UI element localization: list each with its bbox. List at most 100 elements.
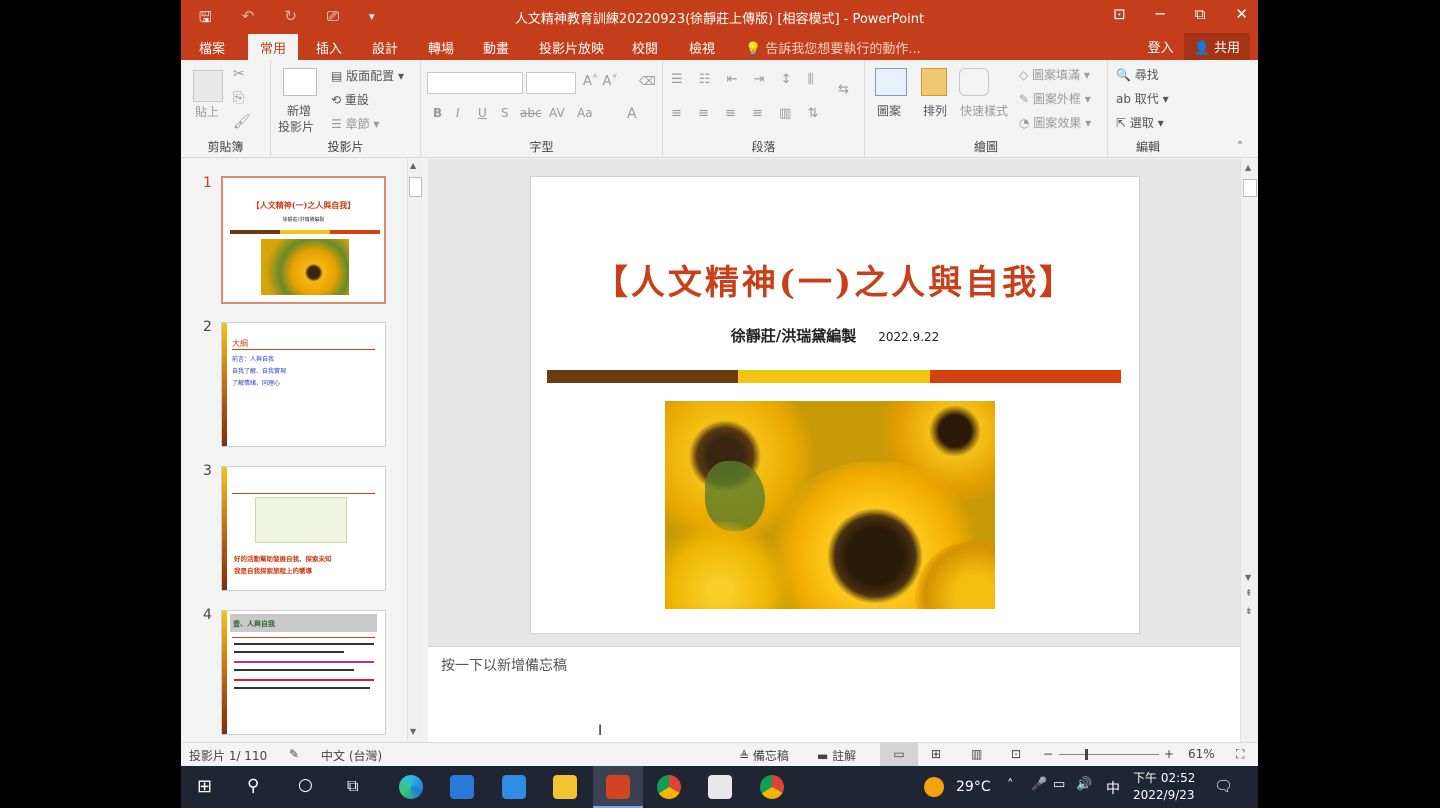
select-button[interactable]: ⇱ 選取 ▾ <box>1116 114 1164 131</box>
scroll-down-icon[interactable]: ▼ <box>410 727 416 736</box>
slide-title[interactable]: 【人文精神(一)之人與自我】 <box>531 255 1139 304</box>
microphone-icon[interactable]: 🎤 <box>1031 777 1047 792</box>
replace-button[interactable]: ab 取代 ▾ <box>1116 90 1169 107</box>
tell-me-box[interactable]: 💡 告訴我您想要執行的動作... <box>745 38 921 57</box>
clock-date[interactable]: 2022/9/23 <box>1133 788 1195 802</box>
show-hidden-icons[interactable]: ˄ <box>1007 778 1014 793</box>
search-icon[interactable]: ⚲ <box>247 776 259 796</box>
find-button[interactable]: 🔍 尋找 <box>1116 66 1159 83</box>
previous-slide-icon[interactable]: ⇞ <box>1245 589 1253 599</box>
slide-thumbnail-3[interactable]: 好的活動幫助發展自我、探索未知 我是自我探索旅程上的嚮導 <box>221 466 386 591</box>
mail-icon[interactable] <box>502 775 526 799</box>
windows-start-icon[interactable]: ⊞ <box>197 776 212 797</box>
minimize-button[interactable]: ─ <box>1156 5 1165 23</box>
arrange-button[interactable]: 排列 <box>923 102 947 119</box>
close-button[interactable]: ✕ <box>1235 5 1248 23</box>
italic-button[interactable]: I <box>456 106 460 120</box>
fit-to-window-icon[interactable]: ⛶ <box>1236 747 1244 762</box>
grow-font-icon[interactable]: A˄ A˅ <box>583 74 618 89</box>
chrome-icon[interactable] <box>657 775 681 799</box>
font-color-button[interactable]: A <box>627 106 637 122</box>
collapse-ribbon-icon[interactable]: ˄ <box>1237 140 1243 154</box>
slide-subtitle[interactable]: 徐靜莊/洪瑞黛編製 2022.9.22 <box>531 325 1139 346</box>
shape-outline-button[interactable]: ✎ 圖案外框 ▾ <box>1019 90 1091 107</box>
strikethrough-button[interactable]: abc <box>520 106 542 120</box>
restore-button[interactable]: ⧉ <box>1195 5 1206 23</box>
new-slide-label-2[interactable]: 投影片 <box>278 118 314 135</box>
slideshow-view-icon[interactable]: ⊡ <box>1011 747 1021 761</box>
scroll-thumb[interactable] <box>1243 179 1257 197</box>
reset-button[interactable]: ⟲ 重設 <box>331 91 369 108</box>
ribbon-display-options-icon[interactable]: ⊡ <box>1113 5 1126 23</box>
spelling-icon[interactable]: ✎ <box>289 747 299 761</box>
new-slide-label-1[interactable]: 新增 <box>287 102 311 119</box>
clock-time[interactable]: 下午 02:52 <box>1133 769 1195 786</box>
thumbnails-scrollbar[interactable]: ▲ ▼ <box>407 159 423 742</box>
tab-insert[interactable]: 插入 <box>316 38 342 57</box>
section-button[interactable]: ☰ 章節 ▾ <box>331 115 379 132</box>
arrange-icon[interactable] <box>921 68 947 96</box>
underline-button[interactable]: U <box>478 106 487 120</box>
paste-icon[interactable] <box>193 70 223 102</box>
shadow-button[interactable]: S <box>501 106 509 120</box>
scroll-up-icon[interactable]: ▲ <box>1245 163 1251 172</box>
volume-icon[interactable]: 🔊 <box>1076 777 1092 792</box>
tab-view[interactable]: 檢視 <box>689 38 715 57</box>
zoom-slider-thumb[interactable] <box>1085 749 1088 760</box>
tab-review[interactable]: 校閱 <box>632 38 658 57</box>
edge-icon[interactable] <box>399 775 423 799</box>
notifications-icon[interactable]: 🗨 <box>1214 777 1233 795</box>
shapes-icon[interactable] <box>875 68 907 96</box>
format-painter-icon[interactable]: 🖌 <box>233 114 251 130</box>
tab-design[interactable]: 設計 <box>372 38 398 57</box>
task-view-icon[interactable]: ⧉ <box>347 776 358 796</box>
copy-icon[interactable]: ⎘ <box>233 90 244 106</box>
chrome-icon-2[interactable] <box>760 775 784 799</box>
slide-scrollbar[interactable]: ▲ ▼ ⇞ ⇟ <box>1240 159 1258 742</box>
scroll-thumb[interactable] <box>409 177 422 197</box>
notes-toggle[interactable]: ≜ 備忘稿 <box>739 747 789 764</box>
slide-thumbnail-4[interactable]: 壹、人與自我 <box>221 610 386 735</box>
tab-animations[interactable]: 動畫 <box>483 38 509 57</box>
store-icon[interactable] <box>450 775 474 799</box>
tab-transitions[interactable]: 轉場 <box>428 38 454 57</box>
notes-pane[interactable]: 按一下以新增備忘稿 I <box>428 646 1240 742</box>
zoom-in-button[interactable]: + <box>1164 747 1174 761</box>
quick-styles-button[interactable]: 快速樣式 <box>960 102 1008 119</box>
clear-format-icon[interactable]: ⌫ <box>639 74 656 88</box>
sign-in-link[interactable]: 登入 <box>1148 37 1174 56</box>
quick-styles-icon[interactable] <box>959 68 989 96</box>
shapes-button[interactable]: 圖案 <box>877 102 901 119</box>
scroll-up-icon[interactable]: ▲ <box>410 161 416 170</box>
file-explorer-icon[interactable] <box>553 775 577 799</box>
new-slide-icon[interactable] <box>283 68 317 96</box>
font-name-box[interactable] <box>427 72 523 94</box>
change-case-button[interactable]: Aa <box>577 106 593 120</box>
comments-toggle[interactable]: ▬ 註解 <box>817 747 856 764</box>
zoom-level[interactable]: 61% <box>1188 747 1215 761</box>
char-spacing-button[interactable]: AV <box>549 106 565 120</box>
tab-file[interactable]: 檔案 <box>199 38 225 57</box>
reading-view-icon[interactable]: ▥ <box>971 747 982 761</box>
cut-icon[interactable]: ✂ <box>233 66 245 82</box>
tab-home[interactable]: 常用 <box>248 34 299 60</box>
layout-button[interactable]: ▤ 版面配置 ▾ <box>331 67 404 84</box>
zoom-slider[interactable] <box>1059 754 1159 755</box>
tab-slideshow[interactable]: 投影片放映 <box>539 38 604 57</box>
notes-placeholder[interactable]: 按一下以新增備忘稿 <box>441 655 567 675</box>
normal-view-icon[interactable]: ▭ <box>880 743 918 766</box>
align-buttons[interactable]: ≡ ≡ ≡ ≡ ▥ ⇅ <box>671 106 824 121</box>
weather-icon[interactable] <box>924 777 944 797</box>
current-slide[interactable]: 【人文精神(一)之人與自我】 徐靜莊/洪瑞黛編製 2022.9.22 <box>530 176 1140 634</box>
text-direction-icon[interactable]: ⇆ <box>838 82 849 97</box>
temperature[interactable]: 29°C <box>956 779 991 795</box>
font-size-box[interactable] <box>526 72 576 94</box>
zoom-out-button[interactable]: − <box>1043 747 1053 761</box>
slide-thumbnail-1[interactable]: 【人文精神(一)之人與自我】 徐靜莊/洪瑞黛編製 <box>221 176 386 304</box>
network-icon[interactable]: ▭ <box>1053 777 1065 792</box>
next-slide-icon[interactable]: ⇟ <box>1245 607 1253 617</box>
ime-indicator[interactable]: 中 <box>1106 778 1120 798</box>
scroll-down-icon[interactable]: ▼ <box>1245 573 1251 582</box>
sunflower-image[interactable] <box>665 401 995 609</box>
powerpoint-taskbar-button[interactable] <box>593 766 643 808</box>
